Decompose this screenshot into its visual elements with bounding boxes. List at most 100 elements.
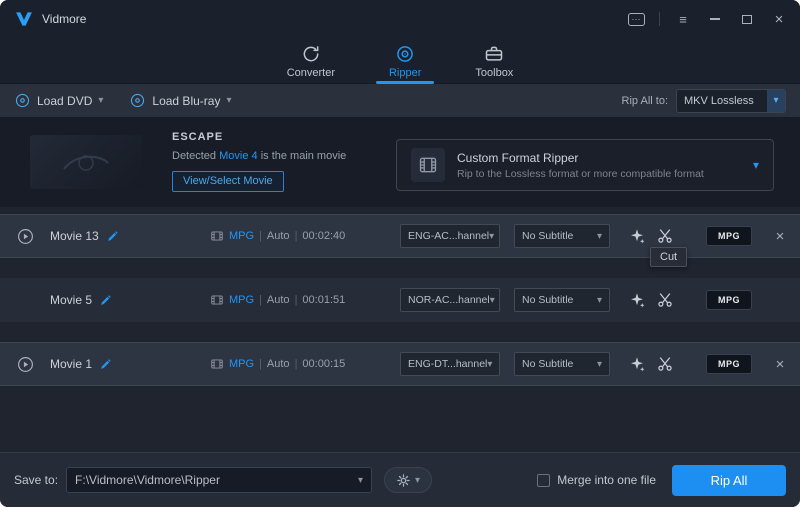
chevron-down-icon: ▾	[415, 475, 420, 486]
chevron-down-icon: ▾	[597, 295, 602, 306]
subtitle-select[interactable]: No Subtitle ▾	[514, 224, 610, 248]
chevron-down-icon: ▾	[226, 95, 231, 106]
chevron-down-icon: ▾	[490, 295, 495, 306]
titlebar-controls: ··· ≡ ×	[627, 10, 788, 28]
tab-toolbox[interactable]: Toolbox	[465, 38, 523, 84]
duration-value: 00:02:40	[302, 230, 345, 242]
bluray-logo-icon	[54, 147, 118, 177]
converter-icon	[301, 44, 321, 64]
output-format-badge[interactable]: MPG	[706, 290, 752, 310]
close-button[interactable]: ×	[770, 10, 788, 28]
rename-icon[interactable]	[106, 230, 119, 243]
menu-icon[interactable]: ≡	[674, 10, 692, 28]
edit-effects-icon[interactable]	[628, 355, 646, 373]
rip-all-to-value: MKV Lossless	[677, 95, 761, 107]
rename-icon[interactable]	[99, 358, 112, 371]
format-info: MPG | Auto | 00:01:51	[210, 293, 400, 307]
titlebar-divider	[659, 12, 660, 26]
rip-all-button[interactable]: Rip All	[672, 465, 786, 496]
audio-track-select[interactable]: ENG-AC...hannel ▾	[400, 224, 500, 248]
audio-track-select[interactable]: NOR-AC...hannel ▾	[400, 288, 500, 312]
movie-row[interactable]: Movie 5 MPG | Auto | 00:01:51 NOR-AC...h…	[0, 278, 800, 322]
toolbox-icon	[484, 44, 504, 64]
rip-all-to-select[interactable]: MKV Lossless ▾	[676, 89, 786, 113]
subtitle-select[interactable]: No Subtitle ▾	[514, 352, 610, 376]
merge-checkbox[interactable]	[537, 474, 550, 487]
format-info: MPG | Auto | 00:02:40	[210, 229, 400, 243]
tab-ripper[interactable]: Ripper	[379, 38, 431, 84]
rip-all-to-label: Rip All to:	[622, 95, 668, 107]
tab-converter[interactable]: Converter	[277, 38, 345, 84]
merge-label: Merge into one file	[557, 473, 656, 487]
chevron-down-icon[interactable]: ▾	[358, 475, 363, 486]
chevron-down-icon: ▾	[98, 95, 103, 106]
custom-format-ripper-panel[interactable]: Custom Format Ripper Rip to the Lossless…	[396, 139, 774, 191]
duration-value: 00:01:51	[302, 294, 345, 306]
vidmore-logo-icon	[14, 9, 34, 29]
movie-name-wrap: Movie 1	[50, 357, 210, 371]
subtitle-select[interactable]: No Subtitle ▾	[514, 288, 610, 312]
feedback-icon[interactable]: ···	[627, 10, 645, 28]
filmstrip-icon	[411, 148, 445, 182]
duration-value: 00:00:15	[302, 358, 345, 370]
play-icon[interactable]	[16, 355, 40, 374]
cut-tooltip: Cut	[650, 247, 687, 267]
tab-ripper-label: Ripper	[389, 67, 421, 79]
app-title: Vidmore	[42, 12, 86, 26]
main-nav: Converter Ripper Toolbox	[0, 38, 800, 84]
format-value: MPG	[229, 230, 254, 242]
view-select-movie-button[interactable]: View/Select Movie	[172, 171, 284, 192]
titlebar-left: Vidmore	[14, 9, 86, 29]
output-settings-button[interactable]: ▾	[384, 467, 432, 493]
audio-track-select[interactable]: ENG-DT...hannel ▾	[400, 352, 500, 376]
source-info: ESCAPE Detected Movie 4 is the main movi…	[172, 131, 346, 192]
video-format-icon	[210, 357, 224, 371]
quality-value: Auto	[267, 294, 290, 306]
custom-format-title: Custom Format Ripper	[457, 151, 741, 165]
edit-effects-icon[interactable]	[628, 227, 646, 245]
cut-icon[interactable]	[656, 355, 674, 373]
format-value: MPG	[229, 294, 254, 306]
custom-format-subtitle: Rip to the Lossless format or more compa…	[457, 168, 741, 180]
remove-movie-icon[interactable]: ×	[770, 228, 790, 245]
movie-row[interactable]: Movie 1 MPG | Auto | 00:00:15 ENG-DT...h…	[0, 342, 800, 386]
ripper-icon	[395, 44, 415, 64]
tab-converter-label: Converter	[287, 67, 335, 79]
remove-movie-icon[interactable]: ×	[770, 356, 790, 373]
video-format-icon	[210, 229, 224, 243]
app-window: Vidmore ··· ≡ × Converter Ripper	[0, 0, 800, 507]
minimize-button[interactable]	[706, 10, 724, 28]
tab-toolbox-label: Toolbox	[475, 67, 513, 79]
load-bluray-label: Load Blu-ray	[152, 94, 220, 108]
disc-thumbnail	[30, 135, 142, 189]
footer-bar: Save to: ▾ ▾ Merge into one file Rip All	[0, 452, 800, 507]
chevron-down-icon: ▾	[487, 359, 492, 370]
load-dvd-label: Load DVD	[37, 94, 92, 108]
detected-movie-link[interactable]: Movie 4	[219, 150, 258, 162]
chevron-down-icon: ▾	[489, 231, 494, 242]
rename-icon[interactable]	[99, 294, 112, 307]
output-format-badge[interactable]: MPG	[706, 226, 752, 246]
cut-icon[interactable]	[656, 291, 674, 309]
quality-value: Auto	[267, 230, 290, 242]
save-path-field[interactable]: ▾	[66, 467, 372, 493]
custom-format-texts: Custom Format Ripper Rip to the Lossless…	[457, 151, 741, 180]
output-format-badge[interactable]: MPG	[706, 354, 752, 374]
cut-icon[interactable]	[656, 227, 674, 245]
play-icon[interactable]	[16, 227, 40, 246]
maximize-button[interactable]	[738, 10, 756, 28]
detected-movie-text: Detected Movie 4 is the main movie	[172, 150, 346, 162]
format-value: MPG	[229, 358, 254, 370]
merge-into-one-file[interactable]: Merge into one file	[537, 473, 656, 487]
save-to-label: Save to:	[14, 473, 58, 487]
movie-name-wrap: Movie 5	[50, 293, 210, 307]
load-bluray-button[interactable]: Load Blu-ray ▾	[129, 92, 231, 109]
edit-effects-icon[interactable]	[628, 291, 646, 309]
chevron-down-icon: ▾	[753, 158, 759, 172]
save-path-input[interactable]	[75, 473, 358, 487]
load-dvd-button[interactable]: Load DVD ▾	[14, 92, 103, 109]
movie-name: Movie 13	[50, 229, 99, 243]
movie-list: Movie 13 MPG | Auto | 00:02:40 ENG-AC...…	[0, 207, 800, 452]
movie-name: Movie 5	[50, 293, 92, 307]
chevron-down-icon: ▾	[597, 359, 602, 370]
